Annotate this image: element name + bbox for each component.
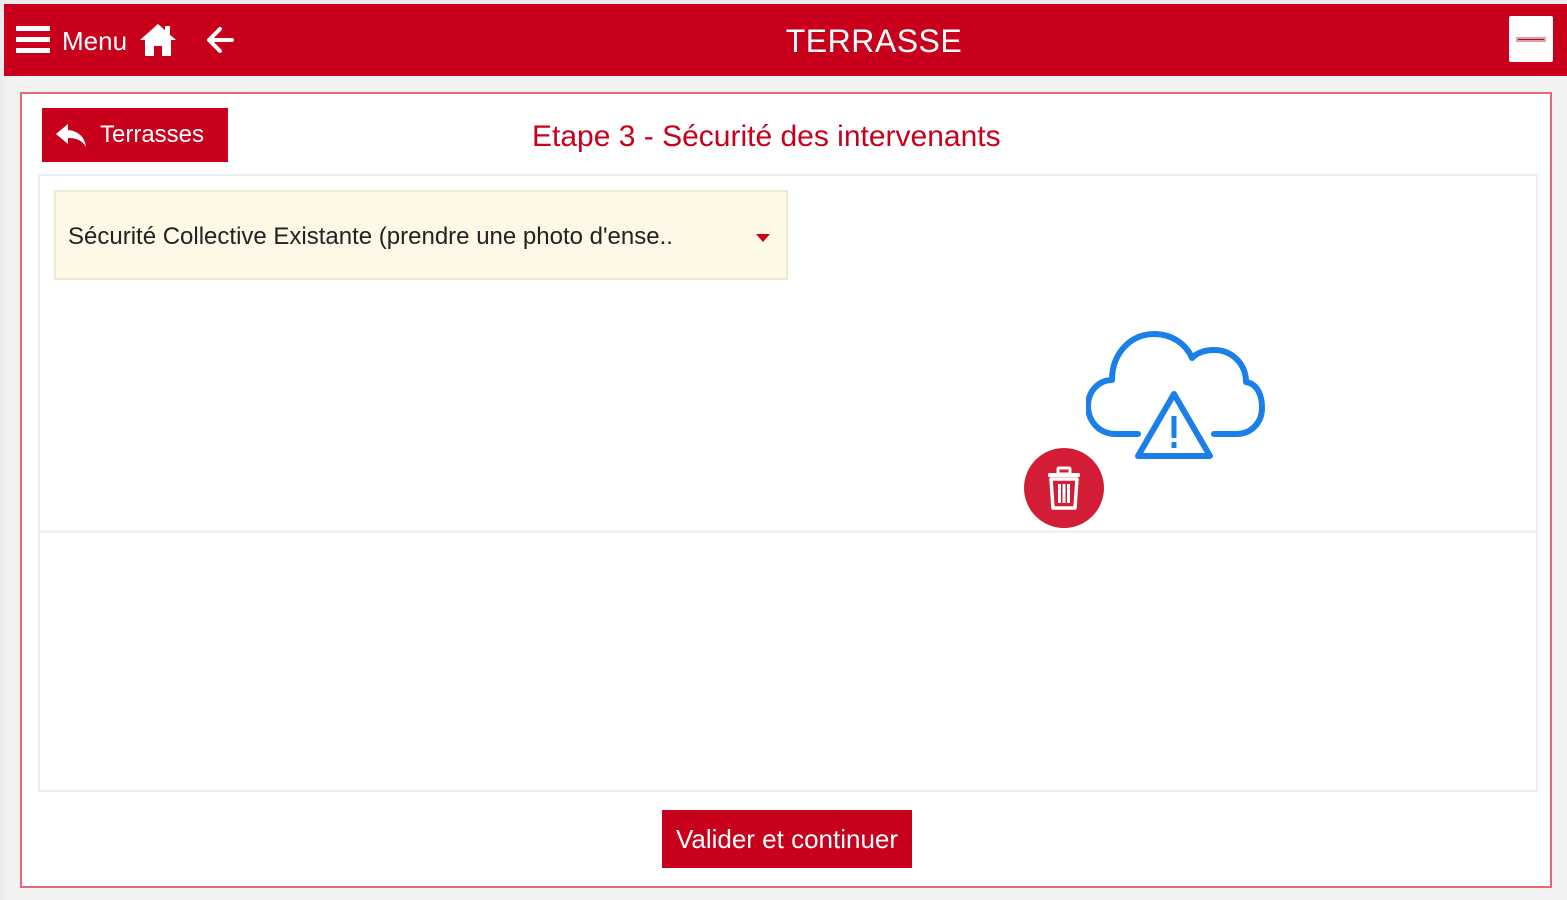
app-window: Menu TERRASSE Terrasses Etape 3 - Sécuri… xyxy=(4,4,1567,900)
page-title: TERRASSE xyxy=(785,23,963,59)
delete-photo-button[interactable] xyxy=(1024,448,1104,528)
step-title: Etape 3 - Sécurité des intervenants xyxy=(532,120,1001,153)
caret-down-icon xyxy=(756,234,770,242)
undo-arrow-icon xyxy=(56,124,86,147)
cloud-warning-icon xyxy=(1086,331,1265,459)
trash-icon xyxy=(1048,466,1080,510)
dropdown-value: Sécurité Collective Existante (prendre u… xyxy=(68,223,673,250)
company-logo xyxy=(1509,16,1553,62)
step-card: Terrasses Etape 3 - Sécurité des interve… xyxy=(20,92,1552,888)
category-dropdown[interactable]: Sécurité Collective Existante (prendre u… xyxy=(54,190,788,280)
top-app-bar: Menu TERRASSE xyxy=(4,4,1567,76)
section-divider xyxy=(40,530,1536,533)
validate-continue-button[interactable]: Valider et continuer xyxy=(662,810,912,868)
terrasses-back-button[interactable]: Terrasses xyxy=(42,108,228,162)
content-panel: Sécurité Collective Existante (prendre u… xyxy=(38,174,1538,792)
terrasses-back-label: Terrasses xyxy=(100,121,205,148)
